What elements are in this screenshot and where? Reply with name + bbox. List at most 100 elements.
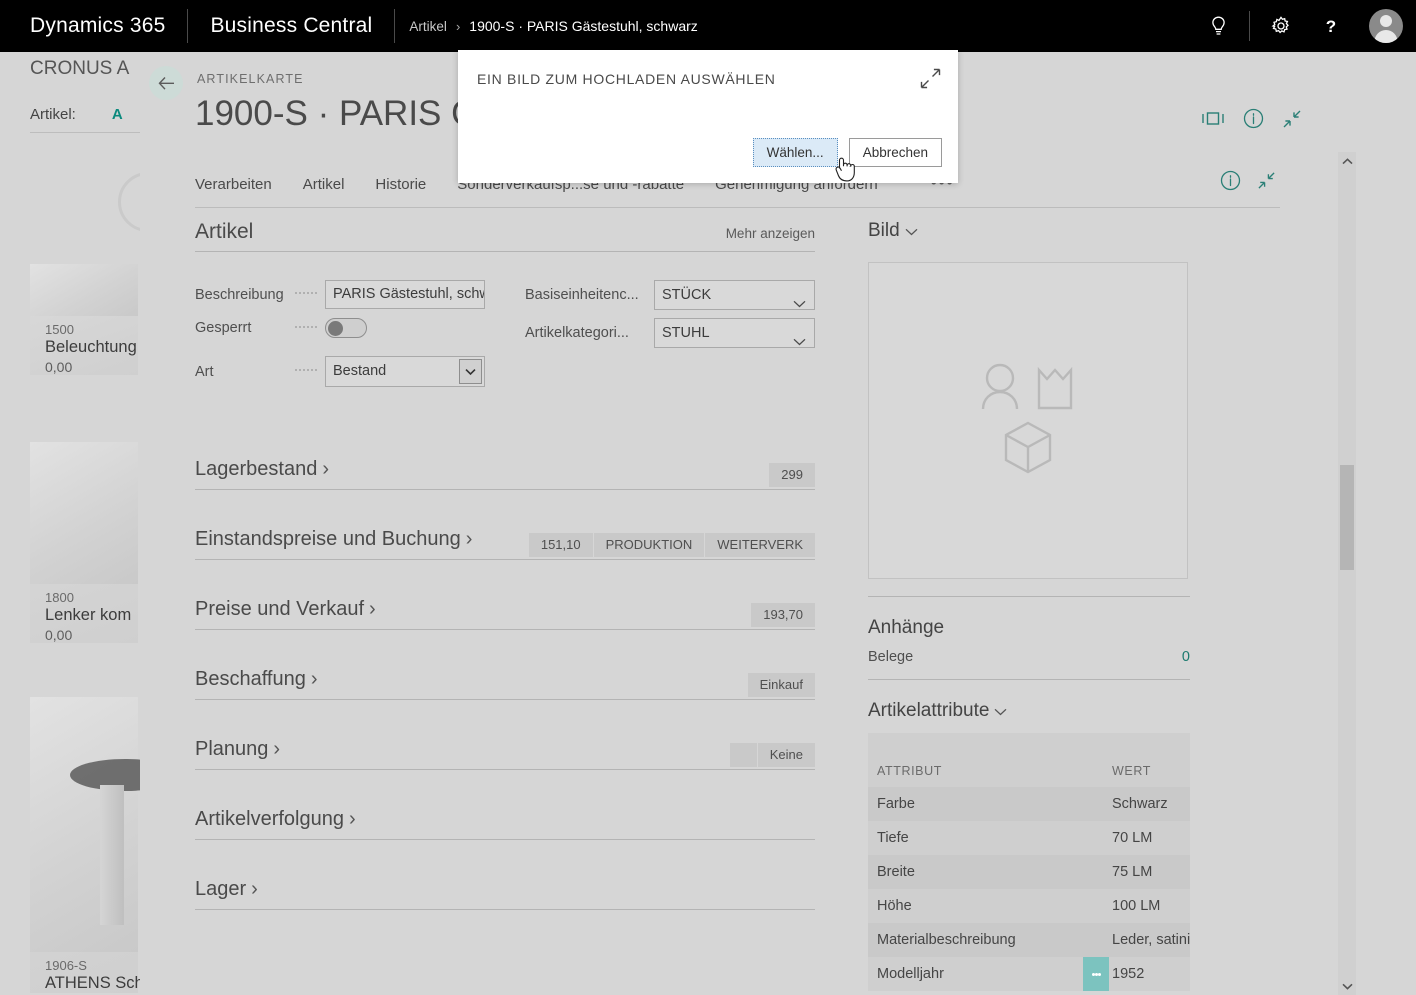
field-label: Artikelkategori... (525, 325, 629, 341)
general-fasttab: Artikel Mehr anzeigen Beschreibung PARIS… (195, 220, 815, 910)
avatar[interactable] (1356, 0, 1416, 52)
app-name-business-central[interactable]: Business Central (188, 0, 394, 52)
scroll-up-icon[interactable] (1338, 152, 1356, 170)
section-beschaffung[interactable]: Beschaffung › Einkauf (195, 630, 815, 700)
attachments-count[interactable]: 0 (1182, 649, 1190, 665)
section-label: Einstandspreise und Buchung (195, 528, 461, 550)
breadcrumb-parent[interactable]: Artikel (409, 19, 447, 34)
tab-artikel[interactable]: Artikel (303, 170, 364, 200)
section-lagerbestand[interactable]: Lagerbestand › 299 (195, 420, 815, 490)
attribute-value: 100 LM (1112, 898, 1161, 914)
attribute-name: Materialbeschreibung (877, 932, 1016, 948)
basiseinheitencode-value: STÜCK (662, 287, 712, 303)
tab-historie[interactable]: Historie (375, 170, 445, 200)
badge: Einkauf (746, 673, 815, 697)
badge: 193,70 (750, 603, 815, 627)
help-icon[interactable]: ? (1306, 0, 1356, 52)
page-kicker: ARTIKELKARTE (197, 72, 304, 86)
table-row[interactable]: Modelljahr 1952 (868, 957, 1190, 991)
collapse-icon[interactable] (1257, 171, 1276, 190)
attachments-title: Anhänge (868, 617, 945, 638)
field-beschreibung: Beschreibung PARIS Gästestuhl, schwa (195, 280, 485, 309)
chevron-down-icon[interactable] (459, 359, 482, 384)
list-item-name: Lenker kom (45, 606, 132, 624)
chevron-down-icon[interactable] (994, 700, 1007, 722)
mouse-cursor-pointer (834, 155, 860, 191)
art-combobox[interactable]: Bestand (325, 356, 485, 387)
attribute-name: Breite (877, 864, 915, 880)
picture-section-header[interactable]: Bild (868, 220, 1190, 242)
section-lager[interactable]: Lager › (195, 840, 815, 910)
badge: PRODUKTION (592, 533, 705, 557)
attribute-name: Modelljahr (877, 966, 944, 982)
basiseinheitencode-select[interactable]: STÜCK (654, 280, 815, 310)
list-item[interactable]: 1800 Lenker kom 0,00 (30, 442, 138, 643)
cancel-button[interactable]: Abbrechen (848, 138, 942, 167)
dialog-title: EIN BILD ZUM HOCHLADEN AUSWÄHLEN (477, 71, 776, 87)
choose-button[interactable]: Wählen... (752, 138, 838, 167)
artikelkategorie-value: STUHL (662, 325, 710, 341)
table-row[interactable]: Farbe Schwarz (868, 787, 1190, 821)
gear-icon[interactable] (1256, 0, 1306, 52)
collapse-icon[interactable] (1282, 109, 1302, 129)
chevron-down-icon[interactable] (905, 220, 918, 242)
section-artikelverfolgung[interactable]: Artikelverfolgung › (195, 770, 815, 840)
back-arrow-icon[interactable] (149, 66, 183, 100)
row-context-menu-icon[interactable] (1083, 957, 1109, 991)
artikelkategorie-select[interactable]: STUHL (654, 318, 815, 348)
expand-icon[interactable] (920, 68, 941, 94)
factbox-pane: Bild Anhänge Belege 0 Artikelattribute A… (868, 220, 1190, 991)
list-item-name: ATHENS Sch (45, 974, 140, 992)
scrollbar-thumb[interactable] (1340, 465, 1354, 570)
section-label: Preise und Verkauf (195, 598, 364, 620)
chevron-right-icon: › (251, 878, 258, 900)
leader-dots (295, 292, 317, 294)
section-planung[interactable]: Planung › Keine (195, 700, 815, 770)
chevron-down-icon[interactable] (793, 328, 806, 356)
scroll-down-icon[interactable] (1338, 977, 1356, 995)
column-header-wert: WERT (1112, 764, 1151, 778)
chevron-down-icon[interactable] (793, 290, 806, 318)
attributes-table: ATTRIBUT WERT Farbe Schwarz Tiefe 70 LM … (868, 733, 1190, 991)
column-header-attribut: ATTRIBUT (877, 764, 942, 778)
item-card: ARTIKELKARTE 1900-S · PARIS Gästestuhl, … (140, 52, 1356, 995)
badge: Keine (756, 743, 815, 767)
beschreibung-input[interactable]: PARIS Gästestuhl, schwa (325, 280, 485, 309)
svg-text:?: ? (1326, 17, 1336, 36)
table-row[interactable]: Materialbeschreibung Leder, satini (868, 923, 1190, 957)
chevron-right-icon: › (465, 528, 473, 550)
lightbulb-icon[interactable] (1193, 0, 1243, 52)
factbox-divider-2 (868, 679, 1190, 680)
section-preise-und-verkauf[interactable]: Preise und Verkauf › 193,70 (195, 560, 815, 630)
section-einstandspreise-und-buchung[interactable]: Einstandspreise und Buchung › 151,10 PROD… (195, 490, 815, 560)
chevron-right-icon: › (369, 598, 376, 620)
attributes-section-header[interactable]: Artikelattribute (868, 700, 1190, 722)
info-icon[interactable] (1220, 170, 1241, 191)
chevron-right-icon: › (310, 668, 318, 690)
list-item[interactable]: 1906-S ATHENS Sch (30, 697, 140, 993)
item-list-header: Artikel: A (30, 106, 123, 123)
filmstrip-icon[interactable] (1201, 110, 1225, 127)
vertical-scrollbar[interactable] (1338, 152, 1356, 995)
section-badges: 151,10 PRODUKTION WEITERVERK (527, 533, 815, 559)
topbar-divider-3 (1249, 11, 1250, 41)
item-list-panel: CRONUS A Artikel: A 1500 Beleuchtung 0,00… (30, 52, 140, 995)
tab-verarbeiten[interactable]: Verarbeiten (195, 170, 291, 200)
picture-title: Bild (868, 220, 900, 241)
field-basiseinheitencode: Basiseinheitenc... STÜCK (525, 280, 815, 310)
list-item[interactable]: 1500 Beleuchtung 0,00 (30, 264, 138, 375)
field-label: Gesperrt (195, 320, 252, 336)
attribute-value: Leder, satini (1112, 932, 1190, 948)
chevron-right-icon: › (455, 18, 461, 34)
gesperrt-toggle[interactable] (325, 318, 367, 338)
info-icon[interactable] (1243, 108, 1264, 129)
show-more-link[interactable]: Mehr anzeigen (726, 226, 815, 241)
picture-placeholder[interactable] (868, 262, 1188, 579)
attributes-table-header: ATTRIBUT WERT (868, 755, 1190, 787)
list-item-number: 1500 (45, 322, 74, 337)
table-row[interactable]: Breite 75 LM (868, 855, 1190, 889)
attachments-row[interactable]: Belege 0 (868, 649, 1190, 665)
brand-dynamics365[interactable]: Dynamics 365 (0, 0, 187, 52)
table-row[interactable]: Tiefe 70 LM (868, 821, 1190, 855)
table-row[interactable]: Höhe 100 LM (868, 889, 1190, 923)
